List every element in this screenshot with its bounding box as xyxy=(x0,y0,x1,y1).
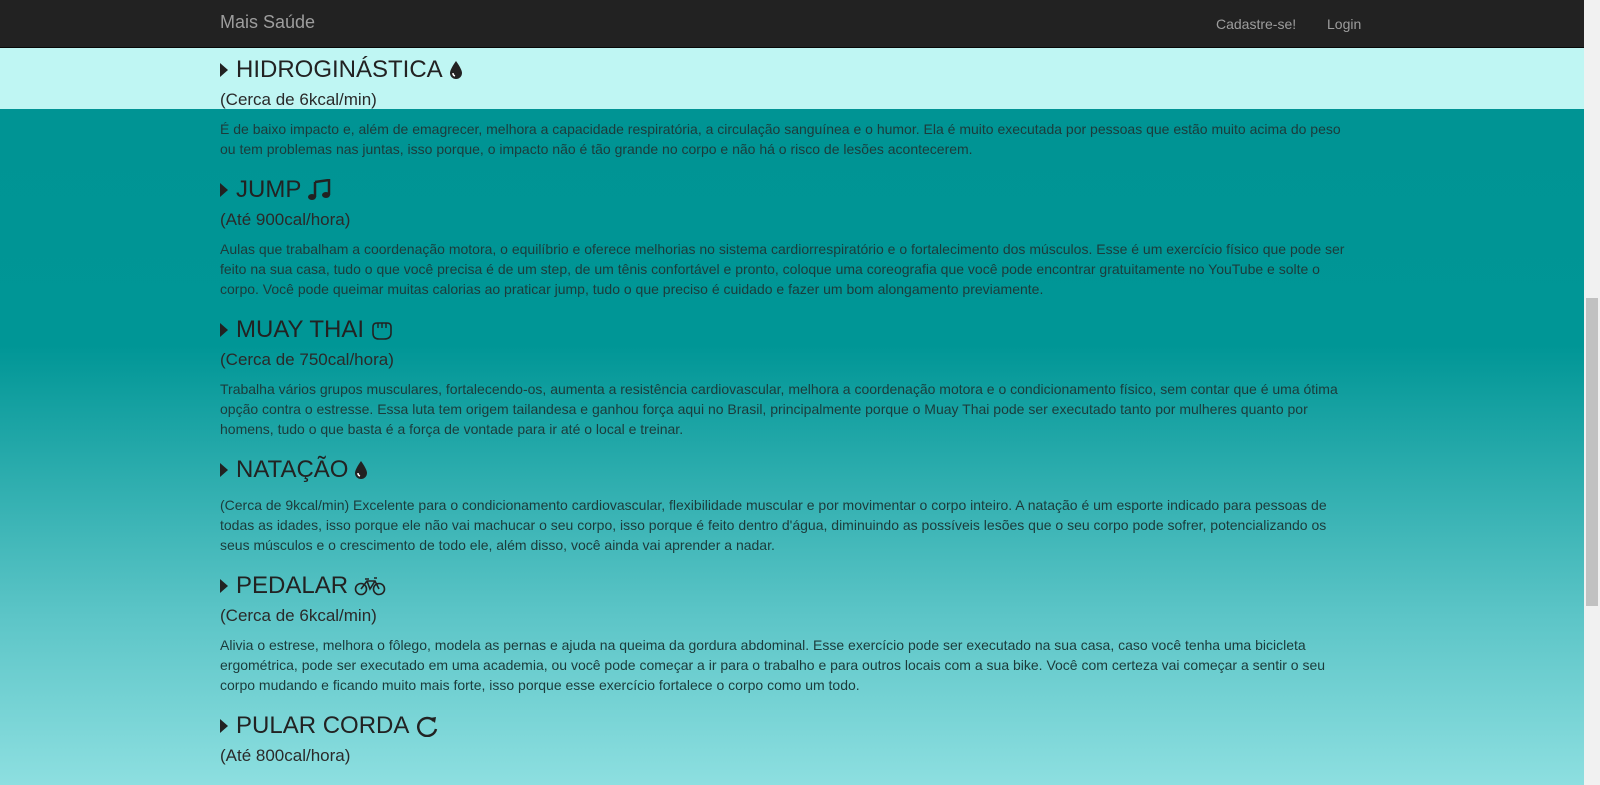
caret-right-icon xyxy=(220,579,228,593)
caret-right-icon xyxy=(220,463,228,477)
section-title[interactable]: NATAÇÃO xyxy=(220,455,1350,485)
caret-right-icon xyxy=(220,63,228,77)
section-title[interactable]: PEDALAR xyxy=(220,571,1350,601)
section-title-text: MUAY THAI xyxy=(236,316,365,343)
section-title[interactable]: HIDROGINÁSTICA xyxy=(220,55,1350,85)
calorie-info: (Cerca de 750cal/hora) xyxy=(220,350,394,369)
exercise-section: NATAÇÃO (Cerca de 9kcal/min) Excelente p… xyxy=(220,455,1350,555)
section-title-text: HIDROGINÁSTICA xyxy=(236,56,443,83)
scrollbar-thumb[interactable] xyxy=(1586,298,1598,606)
calorie-info: (Até 900cal/hora) xyxy=(220,210,351,229)
section-title-text: NATAÇÃO xyxy=(236,456,349,483)
exercise-section: MUAY THAI (Cerca de 750cal/hora) Trabalh… xyxy=(220,315,1350,439)
section-description: Trabalha vários grupos musculares, forta… xyxy=(220,381,1338,437)
refresh-icon xyxy=(415,715,439,737)
top-navbar: Mais Saúde Cadastre-se! Login xyxy=(0,0,1584,48)
signup-link[interactable]: Cadastre-se! xyxy=(1216,14,1296,34)
exercise-section: HIDROGINÁSTICA (Cerca de 6kcal/min) É de… xyxy=(220,55,1350,159)
music-note-icon xyxy=(307,179,331,201)
vertical-scrollbar[interactable] xyxy=(1584,0,1600,785)
exercise-section: PULAR CORDA (Até 800cal/hora) xyxy=(220,711,1350,767)
exercise-section: JUMP (Até 900cal/hora) Aulas que trabalh… xyxy=(220,175,1350,299)
water-drop-icon xyxy=(354,460,368,480)
bicycle-icon xyxy=(354,576,386,596)
section-title-text: PULAR CORDA xyxy=(236,712,410,739)
caret-right-icon xyxy=(220,183,228,197)
section-description: (Cerca de 9kcal/min) Excelente para o co… xyxy=(220,497,1327,553)
login-link[interactable]: Login xyxy=(1327,14,1361,34)
section-description: Aulas que trabalham a coordenação motora… xyxy=(220,241,1345,297)
section-title[interactable]: JUMP xyxy=(220,175,1350,205)
section-title-text: JUMP xyxy=(236,176,302,203)
exercise-section: PEDALAR (Cerca de 6kcal/min) Alivia o es… xyxy=(220,571,1350,695)
water-drop-icon xyxy=(449,60,463,80)
calorie-info: (Até 800cal/hora) xyxy=(220,746,351,765)
exercise-list: HIDROGINÁSTICA (Cerca de 6kcal/min) É de… xyxy=(220,47,1350,767)
calorie-info: (Cerca de 6kcal/min) xyxy=(220,90,377,109)
section-title[interactable]: PULAR CORDA xyxy=(220,711,1350,741)
section-description: É de baixo impacto e, além de emagrecer,… xyxy=(220,121,1341,157)
calorie-info: (Cerca de 6kcal/min) xyxy=(220,606,377,625)
fist-icon xyxy=(370,319,394,341)
caret-right-icon xyxy=(220,719,228,733)
section-title-text: PEDALAR xyxy=(236,572,349,599)
section-description: Alivia o estrese, melhora o fôlego, mode… xyxy=(220,637,1326,693)
brand-link[interactable]: Mais Saúde xyxy=(220,12,315,32)
section-title[interactable]: MUAY THAI xyxy=(220,315,1350,345)
caret-right-icon xyxy=(220,323,228,337)
